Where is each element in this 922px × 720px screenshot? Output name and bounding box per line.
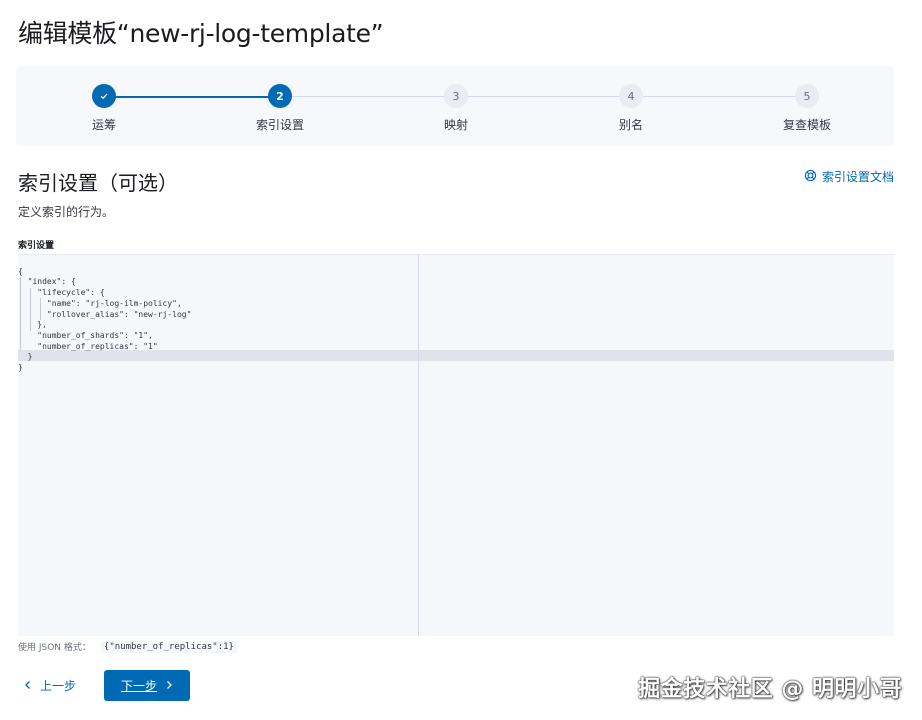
step-2[interactable]: 2 索引设置: [220, 84, 340, 133]
step-5[interactable]: 5 复查模板: [747, 84, 867, 133]
step-1-label: 运筹: [91, 118, 116, 132]
json-editor[interactable]: { "index": { "lifecycle": { "name": "rj-…: [18, 254, 894, 636]
step-4[interactable]: 4 别名: [571, 84, 691, 133]
step-5-label: 复查模板: [782, 118, 831, 132]
step-connector-rest: [280, 96, 807, 97]
step-1[interactable]: 运筹: [44, 84, 164, 133]
field-label: 索引设置: [18, 241, 55, 251]
docs-icon: [804, 169, 817, 185]
docs-link[interactable]: 索引设置文档: [804, 168, 894, 185]
check-icon: [92, 84, 116, 108]
code-line: "rollover_alias": "new-rj-log": [18, 309, 192, 319]
step-3[interactable]: 3 映射: [396, 84, 516, 133]
watermark: 掘金技术社区 @ 明明小哥: [638, 677, 902, 702]
code-content: { "index": { "lifecycle": { "name": "rj-…: [18, 256, 191, 374]
steps-panel: 运筹 2 索引设置 3 映射 4 别名 5 复查模板: [16, 66, 894, 146]
page-title: 编辑模板“new-rj-log-template”: [18, 19, 384, 48]
step-3-number: 3: [444, 84, 468, 108]
code-line: }: [18, 363, 23, 373]
step-2-label: 索引设置: [255, 118, 304, 132]
chevron-right-icon: [165, 679, 173, 693]
json-format-hint: 使用 JSON 格式： {"number_of_replicas":1}: [18, 640, 237, 653]
step-2-number: 2: [268, 84, 292, 108]
back-button[interactable]: 上一步: [24, 677, 76, 694]
back-button-label: 上一步: [40, 679, 77, 693]
hint-label: 使用 JSON 格式：: [18, 643, 91, 653]
code-line: "name": "rj-log-ilm-policy",: [18, 298, 182, 308]
code-line: {: [18, 266, 23, 276]
section-description: 定义索引的行为。: [18, 205, 115, 219]
code-line: "number_of_replicas": "1": [18, 341, 158, 351]
next-button[interactable]: 下一步: [104, 670, 190, 701]
docs-link-label: 索引设置文档: [821, 170, 894, 184]
code-line: "index": {: [18, 277, 76, 287]
section-title: 索引设置（可选）: [18, 171, 178, 195]
code-line: }: [18, 352, 33, 362]
step-5-number: 5: [795, 84, 819, 108]
print-margin: [418, 255, 419, 636]
code-line: },: [18, 320, 47, 330]
code-line: "number_of_shards": "1",: [18, 330, 153, 340]
hint-example: {"number_of_replicas":1}: [100, 640, 237, 653]
step-4-label: 别名: [618, 118, 643, 132]
next-button-label: 下一步: [120, 679, 157, 693]
step-3-label: 映射: [443, 118, 468, 132]
code-line: "lifecycle": {: [18, 288, 105, 298]
step-4-number: 4: [619, 84, 643, 108]
chevron-left-icon: [24, 679, 32, 693]
